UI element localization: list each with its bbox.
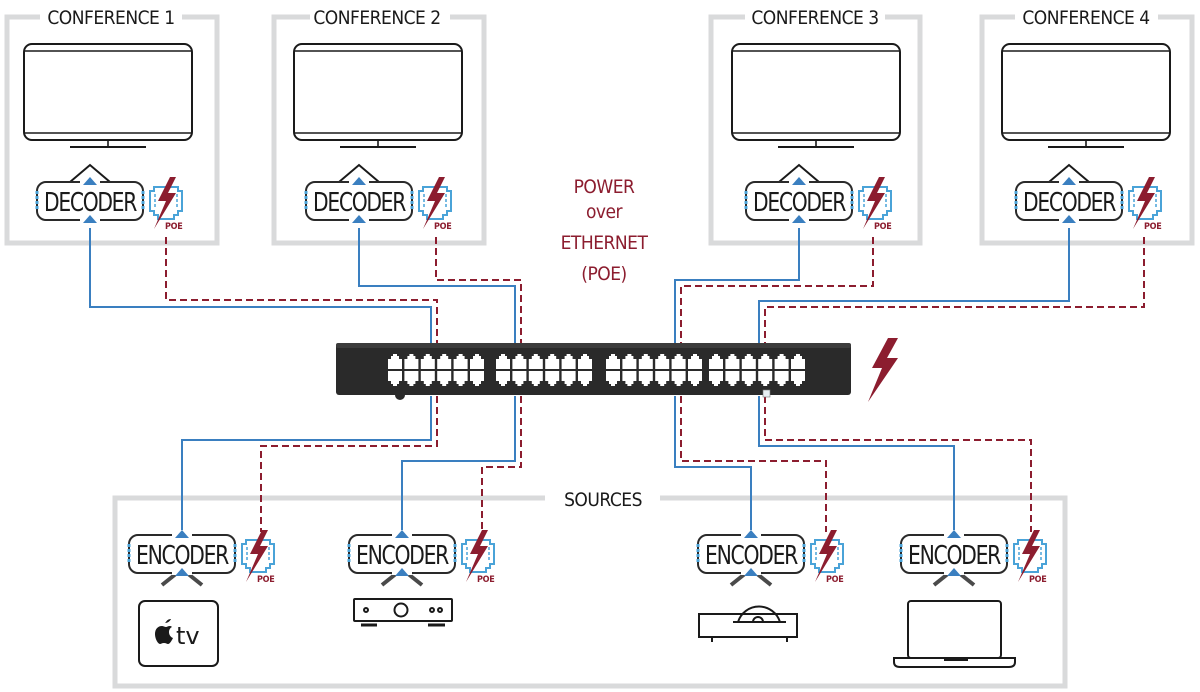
encoder-device-3: ENCODER POE (696, 529, 844, 587)
svg-text:over: over (586, 201, 624, 223)
decoder-label: DECODER (753, 188, 846, 218)
poe-line-conference-1 (165, 237, 438, 345)
poe-badge-label: POE (1029, 575, 1046, 585)
data-line-source-3 (674, 396, 752, 530)
projector-icon (698, 605, 798, 642)
poe-badge-label: POE (874, 222, 891, 232)
svg-text:(POE): (POE) (581, 263, 626, 285)
sources-label: SOURCES (564, 489, 642, 511)
encoder-device-1: ENCODER POE (127, 529, 275, 587)
conference-label: CONFERENCE 3 (751, 7, 878, 29)
poe-icon: POE (858, 176, 892, 232)
tv-monitor-icon (731, 43, 901, 148)
conference-label: CONFERENCE 1 (47, 7, 174, 29)
poe-icon: POE (1128, 176, 1162, 232)
encoder-device-4: ENCODER POE (899, 529, 1047, 587)
poe-line-source-4 (764, 396, 1032, 532)
poe-badge-label: POE (1144, 222, 1161, 232)
encoder-device-2: ENCODER POE (347, 529, 495, 587)
encoder-label: ENCODER (136, 541, 229, 571)
tv-monitor-icon (1001, 43, 1171, 148)
tv-monitor-icon (23, 43, 193, 148)
decoder-device-3: DECODER POE (744, 163, 892, 232)
poe-line-source-1 (260, 396, 438, 532)
data-line-conference-3 (674, 228, 800, 345)
poe-icon: POE (241, 529, 275, 585)
data-line-conference-2 (358, 228, 516, 345)
poe-badge-label: POE (477, 575, 494, 585)
poe-line-conference-2 (435, 237, 522, 345)
poe-badge-label: POE (434, 222, 451, 232)
network-switch (336, 343, 851, 400)
encoder-label: ENCODER (705, 541, 798, 571)
poe-icon: POE (1013, 529, 1047, 585)
poe-title: POWER over ETHERNET (POE) (561, 176, 649, 285)
decoder-device-4: DECODER POE (1014, 163, 1162, 232)
decoder-label: DECODER (44, 188, 137, 218)
laptop-icon (893, 600, 1016, 668)
apple-tv-text: tv (176, 622, 200, 650)
poe-badge-label: POE (257, 575, 274, 585)
tv-monitor-icon (293, 43, 463, 148)
svg-text:ETHERNET: ETHERNET (561, 232, 649, 254)
decoder-label: DECODER (313, 188, 406, 218)
data-line-source-2 (401, 396, 516, 530)
poe-icon: POE (461, 529, 495, 585)
poe-line-conference-3 (680, 237, 874, 345)
data-line-source-4 (758, 396, 955, 530)
poe-network-diagram: CONFERENCE 1 CONFERENCE 2 CONFERENCE 3 C… (4, 7, 1195, 689)
poe-icon: POE (810, 529, 844, 585)
data-line-source-1 (181, 396, 432, 530)
poe-icon: POE (149, 176, 183, 232)
decoder-device-1: DECODER POE (35, 163, 183, 232)
conference-label: CONFERENCE 4 (1022, 7, 1149, 29)
decoder-device-2: DECODER POE (304, 163, 452, 232)
poe-badge-label: POE (826, 575, 843, 585)
apple-tv-icon: tv (138, 600, 219, 667)
svg-text:POWER: POWER (574, 176, 635, 198)
power-bolt-icon (868, 338, 898, 402)
av-receiver-icon (353, 598, 453, 627)
poe-badge-label: POE (165, 222, 182, 232)
sources-zone: SOURCES (112, 489, 1068, 689)
conference-label: CONFERENCE 2 (313, 7, 440, 29)
poe-line-conference-4 (764, 237, 1145, 345)
encoder-label: ENCODER (356, 541, 449, 571)
poe-icon: POE (418, 176, 452, 232)
encoder-label: ENCODER (908, 541, 1001, 571)
decoder-label: DECODER (1023, 188, 1116, 218)
poe-line-source-3 (680, 396, 827, 532)
